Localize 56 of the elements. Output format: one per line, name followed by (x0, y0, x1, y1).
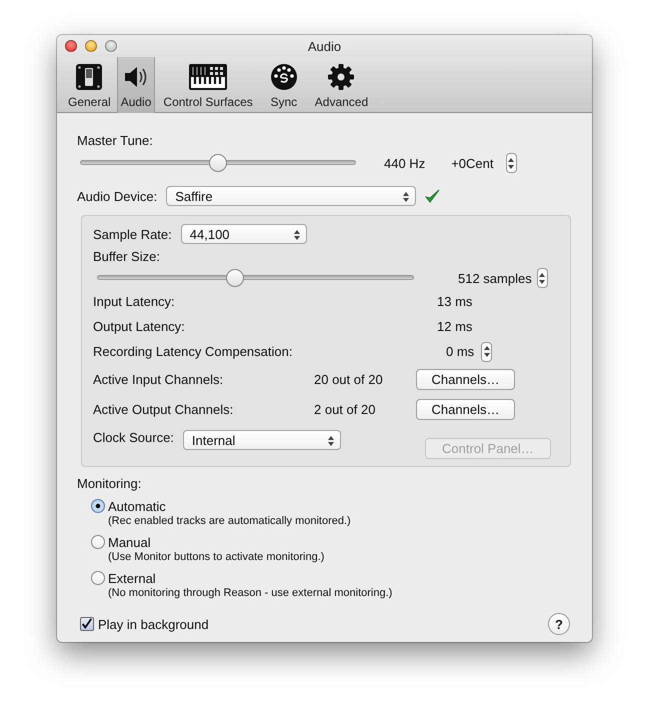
latency-value: 12 ms (437, 319, 472, 334)
device-dropdown[interactable]: Saffire (166, 186, 416, 206)
close-button[interactable] (65, 40, 77, 52)
minimize-button[interactable] (85, 40, 97, 52)
sample-rate-dropdown[interactable]: 44,100 (180, 224, 307, 244)
field-label: Audio Device: (77, 188, 158, 204)
latency-value: 0 ms (446, 344, 474, 359)
option-label: External (108, 570, 156, 586)
radio-button[interactable] (91, 499, 105, 513)
slider-thumb[interactable] (226, 269, 244, 287)
field-label: Recording Latency Compensation: (93, 344, 294, 359)
option-label: Manual (108, 534, 151, 550)
frequency-value: 440 Hz (384, 156, 426, 170)
field-label: Input Latency: (93, 294, 176, 309)
stepper[interactable] (506, 153, 516, 173)
clock-source-dropdown[interactable]: Internal (182, 430, 341, 450)
channel-count: 20 out of 20 (314, 372, 384, 386)
field-label: Sample Rate: (93, 226, 172, 242)
field-label: Output Latency: (93, 319, 186, 334)
zoom-button[interactable] (105, 40, 117, 52)
field-label: Master Tune: (77, 133, 154, 148)
toolbar-tab[interactable]: Control Surfaces (159, 57, 257, 113)
slider[interactable] (97, 269, 414, 287)
option-description: (No monitoring through Reason - use external monitoring.) (108, 587, 394, 599)
channels-button[interactable]: Channels… (416, 398, 515, 420)
keyboard-icon (188, 63, 228, 91)
toolbar-tab[interactable]: Advanced (310, 57, 372, 113)
option-description: (Rec enabled tracks are automatically monitored.) (108, 515, 352, 527)
din-connector-icon (270, 63, 298, 91)
help-button[interactable]: ? (548, 613, 570, 635)
field-label: Active Input Channels: (93, 372, 224, 386)
radio-button[interactable] (91, 535, 105, 549)
field-label: Clock Source: (93, 430, 174, 445)
toolbar-tab[interactable]: General (64, 57, 115, 113)
option-label: Automatic (108, 498, 166, 514)
slider-thumb[interactable] (209, 154, 227, 172)
field-label: Active Output Channels: (93, 402, 234, 416)
stepper[interactable] (536, 268, 548, 288)
window-title: Audio (308, 38, 342, 54)
section-label: Monitoring: (77, 476, 142, 491)
channels-button[interactable]: Channels… (416, 368, 515, 390)
stepper[interactable] (481, 342, 492, 362)
checkbox-label: Play in background (98, 616, 209, 632)
slider[interactable] (80, 154, 356, 172)
checkbox[interactable] (80, 617, 94, 631)
radio-button[interactable] (91, 571, 105, 585)
cents-value: +0Cent (451, 156, 494, 170)
latency-value: 13 ms (437, 294, 472, 309)
switch-icon (75, 63, 104, 91)
channel-count: 2 out of 20 (314, 402, 376, 416)
gear-icon (327, 63, 356, 91)
option-description: (Use Monitor buttons to activate monitoring.) (108, 551, 326, 563)
buffer-size-value: 512 samples (458, 270, 532, 286)
toolbar-tab[interactable]: Audio (116, 57, 156, 113)
toolbar-tab[interactable]: Sync (266, 57, 302, 113)
field-label: Buffer Size: (93, 249, 161, 264)
